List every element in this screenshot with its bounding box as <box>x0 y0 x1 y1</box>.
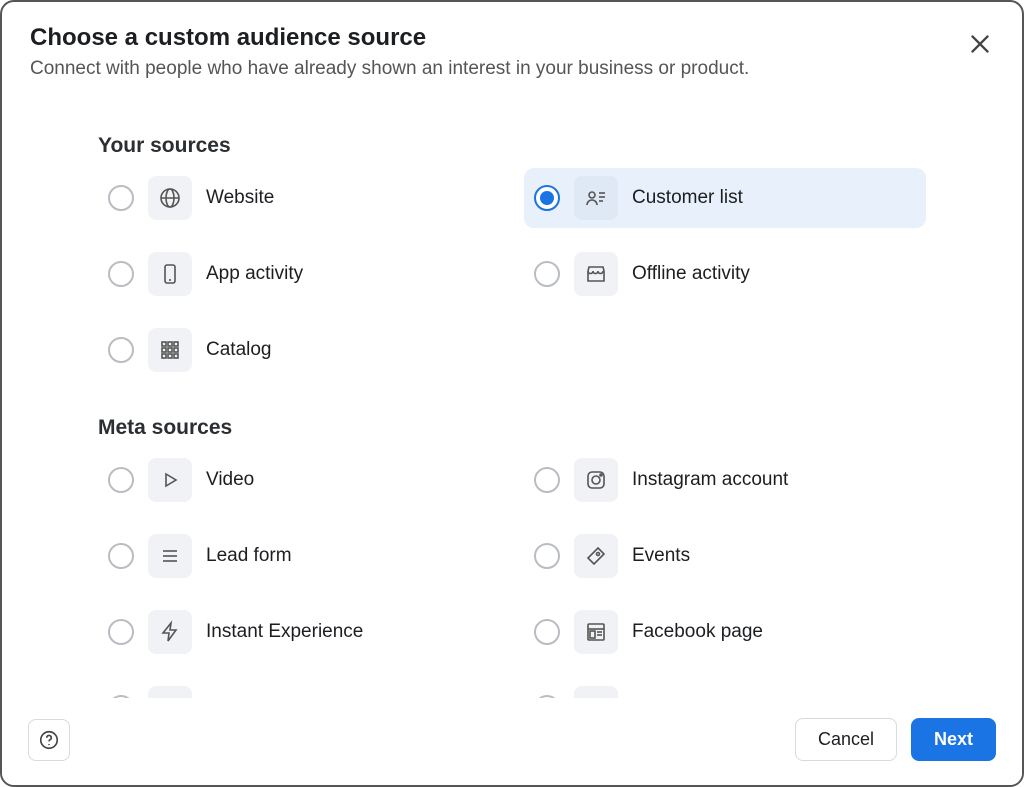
option-instant-experience[interactable]: Instant Experience <box>98 602 500 662</box>
radio-button[interactable] <box>108 261 134 287</box>
lightning-icon <box>148 610 192 654</box>
option-lead-form[interactable]: Lead form <box>98 526 500 586</box>
option-label: Customer list <box>632 187 743 209</box>
option-website[interactable]: Website <box>98 168 500 228</box>
radio-button[interactable] <box>108 185 134 211</box>
option-customer-list[interactable]: Customer list <box>524 168 926 228</box>
page-icon <box>574 610 618 654</box>
ticket-icon <box>574 534 618 578</box>
close-icon[interactable] <box>966 30 994 58</box>
storefront-icon <box>574 252 618 296</box>
modal-footer: Cancel Next <box>2 698 1022 785</box>
option-label: Catalog <box>206 339 272 361</box>
option-label: Events <box>632 545 690 567</box>
option-instagram[interactable]: Instagram account <box>524 450 926 510</box>
radio-button[interactable] <box>534 185 560 211</box>
custom-audience-modal: Choose a custom audience source Connect … <box>0 0 1024 787</box>
option-facebook-page[interactable]: Facebook page <box>524 602 926 662</box>
option-label: App activity <box>206 263 303 285</box>
radio-button[interactable] <box>534 467 560 493</box>
cancel-button[interactable]: Cancel <box>795 718 897 761</box>
option-label: Instant Experience <box>206 621 363 643</box>
radio-button[interactable] <box>108 543 134 569</box>
modal-header: Choose a custom audience source Connect … <box>2 2 1022 88</box>
phone-icon <box>148 252 192 296</box>
meta-sources-grid: Video Instagram account Lead form <box>98 450 926 738</box>
meta-sources-title: Meta sources <box>98 416 926 440</box>
globe-icon <box>148 176 192 220</box>
option-offline-activity[interactable]: Offline activity <box>524 244 926 304</box>
radio-button[interactable] <box>108 467 134 493</box>
option-label: Website <box>206 187 274 209</box>
option-video[interactable]: Video <box>98 450 500 510</box>
option-label: Facebook page <box>632 621 763 643</box>
option-label: Video <box>206 469 254 491</box>
next-button[interactable]: Next <box>911 718 996 761</box>
grid-icon <box>148 328 192 372</box>
modal-subtitle: Connect with people who have already sho… <box>30 58 994 80</box>
option-label: Instagram account <box>632 469 788 491</box>
option-label: Offline activity <box>632 263 750 285</box>
radio-button[interactable] <box>108 619 134 645</box>
your-sources-title: Your sources <box>98 134 926 158</box>
option-app-activity[interactable]: App activity <box>98 244 500 304</box>
people-list-icon <box>574 176 618 220</box>
modal-body: Your sources Website Customer list <box>2 88 1022 738</box>
radio-button[interactable] <box>108 337 134 363</box>
option-label: Lead form <box>206 545 292 567</box>
lines-icon <box>148 534 192 578</box>
radio-button[interactable] <box>534 619 560 645</box>
radio-button[interactable] <box>534 543 560 569</box>
option-catalog[interactable]: Catalog <box>98 320 500 380</box>
instagram-icon <box>574 458 618 502</box>
option-events[interactable]: Events <box>524 526 926 586</box>
your-sources-grid: Website Customer list App activity <box>98 168 926 380</box>
radio-button[interactable] <box>534 261 560 287</box>
help-button[interactable] <box>28 719 70 761</box>
modal-title: Choose a custom audience source <box>30 24 994 52</box>
play-icon <box>148 458 192 502</box>
